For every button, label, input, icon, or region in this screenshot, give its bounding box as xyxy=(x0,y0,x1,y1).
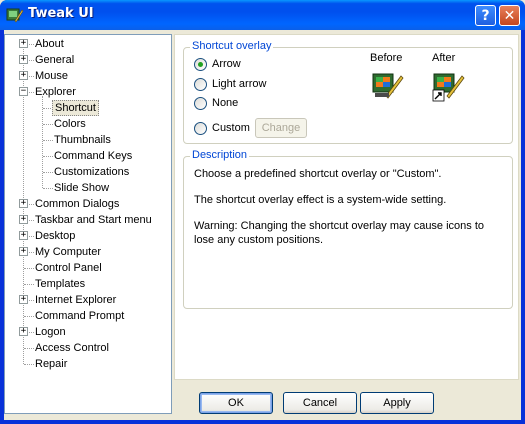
tree-item-colors[interactable]: Colors xyxy=(5,116,171,132)
help-button[interactable]: ? xyxy=(475,5,496,26)
settings-panel: Shortcut overlay Arrow Light arrow None … xyxy=(174,34,519,380)
tree-item-label: My Computer xyxy=(35,246,102,258)
radio-custom-label: Custom xyxy=(212,122,250,134)
window-title: Tweak UI xyxy=(28,6,94,21)
tree-item-label: Thumbnails xyxy=(54,134,111,146)
radio-arrow-label: Arrow xyxy=(212,58,241,70)
radio-light-arrow[interactable]: Light arrow xyxy=(194,76,266,92)
title-bar[interactable]: Tweak UI ? ✕ xyxy=(0,0,525,30)
tree-item-label: Templates xyxy=(35,278,86,290)
tree-item-label: Desktop xyxy=(35,230,76,242)
tree-item-control-panel[interactable]: Control Panel xyxy=(5,260,171,276)
tree-item-command-keys[interactable]: Command Keys xyxy=(5,148,171,164)
tree-item-label: Logon xyxy=(35,326,66,338)
description-legend: Description xyxy=(190,149,250,161)
expand-icon[interactable]: + xyxy=(19,55,28,64)
tree-item-label: Taskbar and Start menu xyxy=(35,214,152,226)
before-label: Before xyxy=(370,52,403,64)
tree-item-label: Shortcut xyxy=(52,100,99,116)
tree-item-label: Access Control xyxy=(35,342,109,354)
radio-none-indicator[interactable] xyxy=(194,96,207,110)
after-label: After xyxy=(432,52,456,64)
tree-item-access-control[interactable]: Access Control xyxy=(5,340,171,356)
tree-item-label: Internet Explorer xyxy=(35,294,117,306)
shortcut-overlay-group: Shortcut overlay Arrow Light arrow None … xyxy=(183,40,513,144)
radio-none-label: None xyxy=(212,97,239,109)
tree-item-my-computer[interactable]: + My Computer xyxy=(5,244,171,260)
cancel-button[interactable]: Cancel xyxy=(283,392,357,414)
radio-custom-indicator[interactable] xyxy=(194,121,207,135)
after-preview-icon xyxy=(432,73,465,102)
radio-custom[interactable]: Custom xyxy=(194,120,250,136)
description-line-1: Choose a predefined shortcut overlay or … xyxy=(194,168,442,180)
tree-item-customizations[interactable]: Customizations xyxy=(5,164,171,180)
help-icon: ? xyxy=(481,7,490,24)
tree-item-mouse[interactable]: + Mouse xyxy=(5,68,171,84)
tweakui-window: Tweak UI ? ✕ + About + General + Mouse − Explor… xyxy=(0,0,525,424)
expand-icon[interactable]: + xyxy=(19,295,28,304)
expand-icon[interactable]: + xyxy=(19,215,28,224)
tweakui-icon xyxy=(6,8,24,23)
window-client: + About + General + Mouse − Explorer Shortcut Col… xyxy=(4,30,521,420)
tree-item-label: Command Keys xyxy=(54,150,133,162)
tree-item-thumbnails[interactable]: Thumbnails xyxy=(5,132,171,148)
description-line-2: The shortcut overlay effect is a system-… xyxy=(194,194,447,206)
tree-item-command-prompt[interactable]: Command Prompt xyxy=(5,308,171,324)
expand-icon[interactable]: + xyxy=(19,231,28,240)
tree-item-repair[interactable]: Repair xyxy=(5,356,171,372)
tree-item-common-dialogs[interactable]: + Common Dialogs xyxy=(5,196,171,212)
description-line-3: Warning: Changing the shortcut overlay m… xyxy=(194,220,485,232)
settings-tree[interactable]: + About + General + Mouse − Explorer Shortcut Col… xyxy=(4,34,172,414)
expand-icon[interactable]: + xyxy=(19,327,28,336)
tree-item-label: Control Panel xyxy=(35,262,102,274)
expand-icon[interactable]: + xyxy=(19,247,28,256)
close-icon: ✕ xyxy=(503,7,516,24)
tree-item-internet-explorer[interactable]: + Internet Explorer xyxy=(5,292,171,308)
before-preview-icon xyxy=(372,73,404,99)
tree-item-label: Common Dialogs xyxy=(35,198,120,210)
tree-item-label: Customizations xyxy=(54,166,130,178)
radio-light-arrow-label: Light arrow xyxy=(212,78,267,90)
tree-item-general[interactable]: + General xyxy=(5,52,171,68)
description-line-4: lose any custom positions. xyxy=(194,234,324,246)
tree-item-label: Command Prompt xyxy=(35,310,125,322)
tree-item-shortcut[interactable]: Shortcut xyxy=(5,100,171,116)
tree-item-label: Repair xyxy=(35,358,68,370)
tree-item-logon[interactable]: + Logon xyxy=(5,324,171,340)
tree-item-label: Explorer xyxy=(35,86,76,98)
description-group: Description Choose a predefined shortcut… xyxy=(183,149,513,309)
tree-item-taskbar-and-start-menu[interactable]: + Taskbar and Start menu xyxy=(5,212,171,228)
radio-light-arrow-indicator[interactable] xyxy=(194,77,207,91)
tree-item-about[interactable]: + About xyxy=(5,36,171,52)
shortcut-overlay-legend: Shortcut overlay xyxy=(190,40,274,52)
tree-item-label: Mouse xyxy=(35,70,69,82)
collapse-icon[interactable]: − xyxy=(19,87,28,96)
tree-item-label: General xyxy=(35,54,75,66)
expand-icon[interactable]: + xyxy=(19,71,28,80)
tree-item-desktop[interactable]: + Desktop xyxy=(5,228,171,244)
radio-arrow-indicator[interactable] xyxy=(194,57,207,71)
tree-item-label: About xyxy=(35,38,64,50)
tree-item-label: Slide Show xyxy=(54,182,110,194)
tree-item-templates[interactable]: Templates xyxy=(5,276,171,292)
radio-arrow[interactable]: Arrow xyxy=(194,56,241,72)
tree-item-label: Colors xyxy=(54,118,86,130)
tree-item-slide-show[interactable]: Slide Show xyxy=(5,180,171,196)
close-button[interactable]: ✕ xyxy=(499,5,520,26)
apply-button[interactable]: Apply xyxy=(360,392,434,414)
expand-icon[interactable]: + xyxy=(19,199,28,208)
radio-none[interactable]: None xyxy=(194,95,238,111)
tree-item-explorer[interactable]: − Explorer xyxy=(5,84,171,100)
expand-icon[interactable]: + xyxy=(19,39,28,48)
change-button: Change xyxy=(255,118,307,138)
ok-button[interactable]: OK xyxy=(199,392,273,414)
